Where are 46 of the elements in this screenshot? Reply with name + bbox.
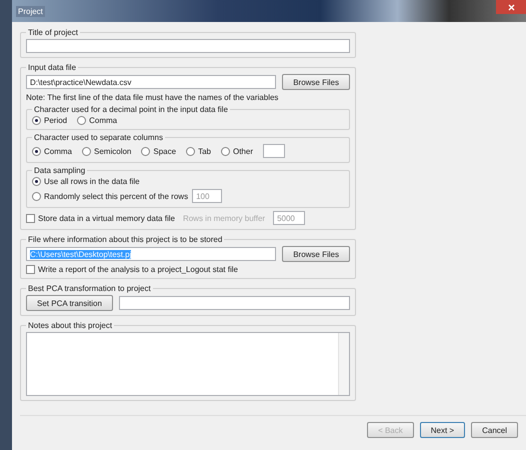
group-label: Character used to separate columns: [33, 133, 164, 142]
radio-option[interactable]: Use all rows in the data file: [32, 177, 140, 186]
radio-option[interactable]: Comma: [32, 146, 72, 156]
other-char-field[interactable]: [262, 144, 285, 158]
close-icon: [508, 4, 514, 10]
group-label: Character used for a decimal point in the input data file: [33, 105, 229, 114]
checkbox[interactable]: [26, 214, 35, 222]
close-button[interactable]: [496, 0, 526, 14]
checkbox-option[interactable]: Write a report of the analysis to a project_Logout stat file: [26, 265, 350, 274]
buffer-label: Rows in memory buffer: [182, 214, 266, 222]
data-file-field[interactable]: D:\test\practice\Newdata.csv: [26, 75, 276, 89]
group-label: Notes about this project: [27, 321, 114, 330]
dialog-button[interactable]: Next >: [420, 422, 466, 438]
radio-option[interactable]: Space: [141, 146, 176, 156]
radio-option[interactable]: Other: [220, 146, 253, 156]
project-title-field[interactable]: [26, 39, 350, 53]
radio-button[interactable]: [32, 192, 41, 200]
pca-button[interactable]: Set PCA transition: [26, 295, 113, 311]
group-label: Best PCA transformation to project: [27, 284, 152, 293]
radio-button[interactable]: [77, 116, 86, 125]
browse-button[interactable]: Browse Files: [282, 74, 350, 90]
radio-button[interactable]: [82, 146, 92, 156]
browse-button[interactable]: Browse Files: [282, 246, 350, 262]
radio-option[interactable]: Comma: [77, 116, 118, 125]
checkbox[interactable]: [26, 265, 35, 274]
notes-field[interactable]: [26, 332, 350, 396]
window-title: Project: [16, 6, 45, 16]
scrollbar[interactable]: [338, 333, 349, 395]
note-text: Note: The first line of the data file must have the names of the variables: [26, 93, 280, 102]
radio-button[interactable]: [186, 146, 196, 156]
pca-field[interactable]: [118, 296, 350, 310]
group-label: Input data file: [27, 63, 78, 72]
dialog-button[interactable]: Cancel: [471, 422, 518, 438]
radio-button[interactable]: [32, 146, 41, 156]
radio-button[interactable]: [32, 116, 41, 125]
radio-button[interactable]: [32, 177, 41, 186]
radio-option[interactable]: Randomly select this percent of the rows: [32, 192, 188, 200]
group-label: File where information about this project is to be stored: [27, 235, 224, 244]
radio-button[interactable]: [220, 146, 230, 156]
radio-option[interactable]: Period: [32, 116, 68, 125]
checkbox-option[interactable]: Store data in a virtual memory data file: [26, 214, 175, 222]
radio-option[interactable]: Tab: [186, 146, 211, 156]
radio-button[interactable]: [141, 146, 150, 156]
radio-option[interactable]: Semicolon: [82, 146, 132, 156]
group-label: Data sampling: [33, 166, 86, 175]
group-label: Title of project: [27, 28, 79, 37]
